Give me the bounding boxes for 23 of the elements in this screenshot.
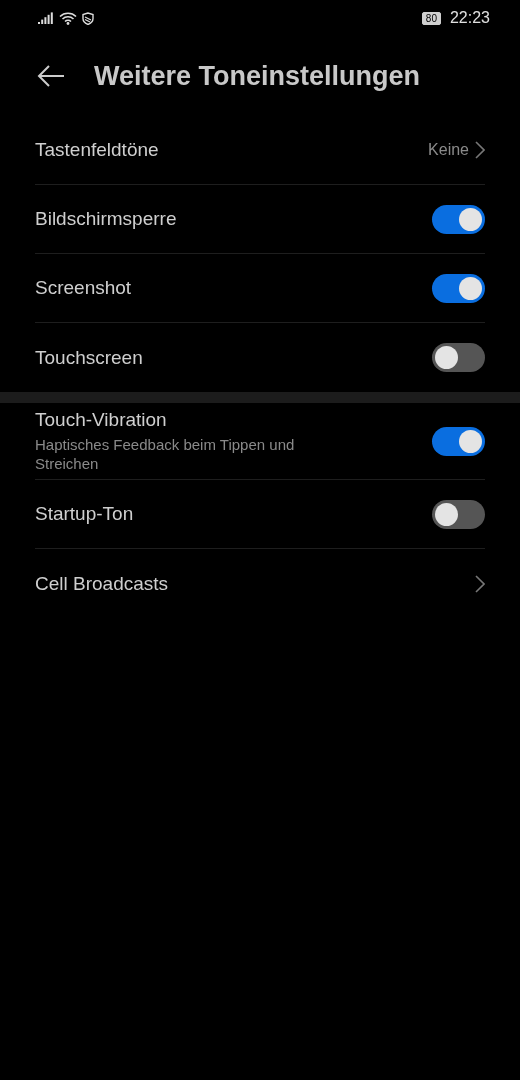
toggle-switch[interactable] — [432, 343, 485, 372]
back-button[interactable] — [36, 64, 66, 88]
toggle-switch[interactable] — [432, 426, 485, 456]
page-title: Weitere Toneinstellungen — [94, 60, 421, 92]
toggle-switch[interactable] — [432, 499, 485, 529]
setting-label: Cell Broadcasts — [35, 572, 169, 595]
setting-label: Screenshot — [35, 277, 132, 299]
setting-label: Touchscreen — [35, 346, 143, 369]
chevron-icon — [475, 141, 485, 159]
shield-icon — [82, 11, 94, 25]
signal-icon — [38, 12, 54, 24]
toggle-switch[interactable] — [432, 204, 485, 234]
clock: 22:23 — [449, 9, 490, 27]
setting-label: Bildschirmsperre — [35, 208, 177, 230]
setting-value: Keine — [428, 141, 469, 159]
setting-label: Tastenfeldtöne — [35, 139, 159, 161]
setting-label: Startup-Ton — [35, 503, 134, 525]
wifi-icon — [59, 11, 77, 25]
toggle-switch[interactable] — [432, 273, 485, 303]
setting-label: Touch-Vibration — [35, 409, 168, 431]
setting-description: Haptisches Feedback beim Tippen und Streichen — [35, 435, 296, 473]
battery-level: 80 — [421, 11, 441, 25]
chevron-icon — [475, 574, 485, 593]
